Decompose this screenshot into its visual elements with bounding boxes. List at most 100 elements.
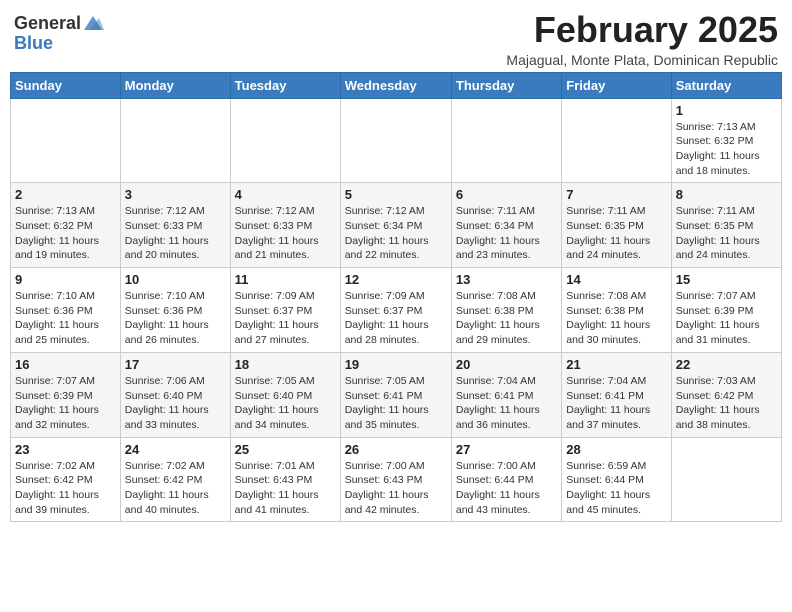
page-header: General Blue February 2025 Majagual, Mon… bbox=[10, 10, 782, 68]
day-number: 6 bbox=[456, 187, 557, 202]
calendar-cell: 7Sunrise: 7:11 AMSunset: 6:35 PMDaylight… bbox=[562, 183, 671, 268]
title-block: February 2025 Majagual, Monte Plata, Dom… bbox=[506, 10, 778, 68]
day-info: Sunrise: 7:07 AMSunset: 6:39 PMDaylight:… bbox=[676, 289, 777, 348]
day-info: Sunrise: 7:13 AMSunset: 6:32 PMDaylight:… bbox=[676, 120, 777, 179]
day-number: 26 bbox=[345, 442, 447, 457]
day-info: Sunrise: 7:11 AMSunset: 6:34 PMDaylight:… bbox=[456, 204, 557, 263]
day-number: 14 bbox=[566, 272, 666, 287]
month-year-title: February 2025 bbox=[506, 10, 778, 50]
day-number: 9 bbox=[15, 272, 116, 287]
calendar-cell: 22 Sunrise: 7:03 AMSunset: 6:42 PMDayligh… bbox=[671, 352, 781, 437]
day-info: Sunrise: 7:05 AMSunset: 6:40 PMDaylight:… bbox=[235, 374, 336, 433]
calendar-cell bbox=[230, 98, 340, 183]
calendar-cell: 26 Sunrise: 7:00 AMSunset: 6:43 PMDayligh… bbox=[340, 437, 451, 522]
calendar-cell: 13Sunrise: 7:08 AMSunset: 6:38 PMDayligh… bbox=[451, 268, 561, 353]
calendar-header-wednesday: Wednesday bbox=[340, 72, 451, 98]
logo-blue-text: Blue bbox=[14, 34, 53, 54]
day-number: 12 bbox=[345, 272, 447, 287]
day-info: Sunrise: 7:10 AMSunset: 6:36 PMDaylight:… bbox=[125, 289, 226, 348]
calendar-cell: 19 Sunrise: 7:05 AMSunset: 6:41 PMDayligh… bbox=[340, 352, 451, 437]
day-info: Sunrise: 7:02 AMSunset: 6:42 PMDaylight:… bbox=[15, 459, 116, 518]
day-info: Sunrise: 7:02 AMSunset: 6:42 PMDaylight:… bbox=[125, 459, 226, 518]
calendar-cell: 24 Sunrise: 7:02 AMSunset: 6:42 PMDayligh… bbox=[120, 437, 230, 522]
day-number: 10 bbox=[125, 272, 226, 287]
logo-general-text: General bbox=[14, 14, 81, 34]
day-number: 22 bbox=[676, 357, 777, 372]
day-number: 1 bbox=[676, 103, 777, 118]
day-number: 18 bbox=[235, 357, 336, 372]
calendar-week-row: 2 Sunrise: 7:13 AMSunset: 6:32 PMDaylight… bbox=[11, 183, 782, 268]
calendar-cell: 10 Sunrise: 7:10 AMSunset: 6:36 PMDayligh… bbox=[120, 268, 230, 353]
calendar-cell: 28 Sunrise: 6:59 AMSunset: 6:44 PMDayligh… bbox=[562, 437, 671, 522]
calendar-week-row: 9 Sunrise: 7:10 AMSunset: 6:36 PMDaylight… bbox=[11, 268, 782, 353]
day-number: 15 bbox=[676, 272, 777, 287]
calendar-week-row: 16 Sunrise: 7:07 AMSunset: 6:39 PMDayligh… bbox=[11, 352, 782, 437]
calendar-cell bbox=[671, 437, 781, 522]
calendar-header-monday: Monday bbox=[120, 72, 230, 98]
day-info: Sunrise: 7:12 AMSunset: 6:33 PMDaylight:… bbox=[125, 204, 226, 263]
day-number: 20 bbox=[456, 357, 557, 372]
calendar-week-row: 23 Sunrise: 7:02 AMSunset: 6:42 PMDayligh… bbox=[11, 437, 782, 522]
day-number: 11 bbox=[235, 272, 336, 287]
calendar-header-sunday: Sunday bbox=[11, 72, 121, 98]
day-number: 17 bbox=[125, 357, 226, 372]
day-info: Sunrise: 7:04 AMSunset: 6:41 PMDaylight:… bbox=[456, 374, 557, 433]
calendar-cell bbox=[120, 98, 230, 183]
day-number: 25 bbox=[235, 442, 336, 457]
calendar-cell: 3 Sunrise: 7:12 AMSunset: 6:33 PMDaylight… bbox=[120, 183, 230, 268]
calendar-cell: 8 Sunrise: 7:11 AMSunset: 6:35 PMDaylight… bbox=[671, 183, 781, 268]
day-info: Sunrise: 7:13 AMSunset: 6:32 PMDaylight:… bbox=[15, 204, 116, 263]
calendar-cell: 15 Sunrise: 7:07 AMSunset: 6:39 PMDayligh… bbox=[671, 268, 781, 353]
logo-icon bbox=[82, 14, 104, 32]
day-info: Sunrise: 7:00 AMSunset: 6:44 PMDaylight:… bbox=[456, 459, 557, 518]
calendar-cell: 17 Sunrise: 7:06 AMSunset: 6:40 PMDayligh… bbox=[120, 352, 230, 437]
calendar-cell: 12Sunrise: 7:09 AMSunset: 6:37 PMDayligh… bbox=[340, 268, 451, 353]
calendar-cell: 20 Sunrise: 7:04 AMSunset: 6:41 PMDayligh… bbox=[451, 352, 561, 437]
calendar-cell: 21Sunrise: 7:04 AMSunset: 6:41 PMDayligh… bbox=[562, 352, 671, 437]
day-info: Sunrise: 7:09 AMSunset: 6:37 PMDaylight:… bbox=[235, 289, 336, 348]
day-number: 4 bbox=[235, 187, 336, 202]
calendar-header-saturday: Saturday bbox=[671, 72, 781, 98]
day-info: Sunrise: 7:05 AMSunset: 6:41 PMDaylight:… bbox=[345, 374, 447, 433]
calendar-cell bbox=[340, 98, 451, 183]
day-number: 28 bbox=[566, 442, 666, 457]
calendar-cell: 16 Sunrise: 7:07 AMSunset: 6:39 PMDayligh… bbox=[11, 352, 121, 437]
calendar-header-friday: Friday bbox=[562, 72, 671, 98]
calendar-cell: 2 Sunrise: 7:13 AMSunset: 6:32 PMDaylight… bbox=[11, 183, 121, 268]
calendar-header-thursday: Thursday bbox=[451, 72, 561, 98]
calendar-cell: 14 Sunrise: 7:08 AMSunset: 6:38 PMDayligh… bbox=[562, 268, 671, 353]
day-number: 16 bbox=[15, 357, 116, 372]
calendar-cell: 11 Sunrise: 7:09 AMSunset: 6:37 PMDayligh… bbox=[230, 268, 340, 353]
day-number: 19 bbox=[345, 357, 447, 372]
calendar-cell: 27 Sunrise: 7:00 AMSunset: 6:44 PMDayligh… bbox=[451, 437, 561, 522]
calendar-cell: 25Sunrise: 7:01 AMSunset: 6:43 PMDayligh… bbox=[230, 437, 340, 522]
calendar-cell: 18 Sunrise: 7:05 AMSunset: 6:40 PMDayligh… bbox=[230, 352, 340, 437]
day-number: 3 bbox=[125, 187, 226, 202]
day-info: Sunrise: 7:04 AMSunset: 6:41 PMDaylight:… bbox=[566, 374, 666, 433]
day-number: 27 bbox=[456, 442, 557, 457]
day-number: 23 bbox=[15, 442, 116, 457]
day-info: Sunrise: 7:00 AMSunset: 6:43 PMDaylight:… bbox=[345, 459, 447, 518]
day-number: 8 bbox=[676, 187, 777, 202]
day-info: Sunrise: 6:59 AMSunset: 6:44 PMDaylight:… bbox=[566, 459, 666, 518]
calendar-cell bbox=[11, 98, 121, 183]
calendar-cell bbox=[451, 98, 561, 183]
day-number: 2 bbox=[15, 187, 116, 202]
day-info: Sunrise: 7:03 AMSunset: 6:42 PMDaylight:… bbox=[676, 374, 777, 433]
calendar-table: SundayMondayTuesdayWednesdayThursdayFrid… bbox=[10, 72, 782, 523]
day-info: Sunrise: 7:08 AMSunset: 6:38 PMDaylight:… bbox=[456, 289, 557, 348]
day-info: Sunrise: 7:10 AMSunset: 6:36 PMDaylight:… bbox=[15, 289, 116, 348]
calendar-header-tuesday: Tuesday bbox=[230, 72, 340, 98]
day-number: 24 bbox=[125, 442, 226, 457]
calendar-cell: 6 Sunrise: 7:11 AMSunset: 6:34 PMDaylight… bbox=[451, 183, 561, 268]
day-info: Sunrise: 7:11 AMSunset: 6:35 PMDaylight:… bbox=[566, 204, 666, 263]
day-info: Sunrise: 7:11 AMSunset: 6:35 PMDaylight:… bbox=[676, 204, 777, 263]
calendar-week-row: 1 Sunrise: 7:13 AMSunset: 6:32 PMDaylight… bbox=[11, 98, 782, 183]
day-info: Sunrise: 7:07 AMSunset: 6:39 PMDaylight:… bbox=[15, 374, 116, 433]
calendar-cell: 1 Sunrise: 7:13 AMSunset: 6:32 PMDaylight… bbox=[671, 98, 781, 183]
calendar-header-row: SundayMondayTuesdayWednesdayThursdayFrid… bbox=[11, 72, 782, 98]
day-info: Sunrise: 7:06 AMSunset: 6:40 PMDaylight:… bbox=[125, 374, 226, 433]
day-info: Sunrise: 7:08 AMSunset: 6:38 PMDaylight:… bbox=[566, 289, 666, 348]
day-info: Sunrise: 7:12 AMSunset: 6:33 PMDaylight:… bbox=[235, 204, 336, 263]
calendar-cell: 9 Sunrise: 7:10 AMSunset: 6:36 PMDaylight… bbox=[11, 268, 121, 353]
